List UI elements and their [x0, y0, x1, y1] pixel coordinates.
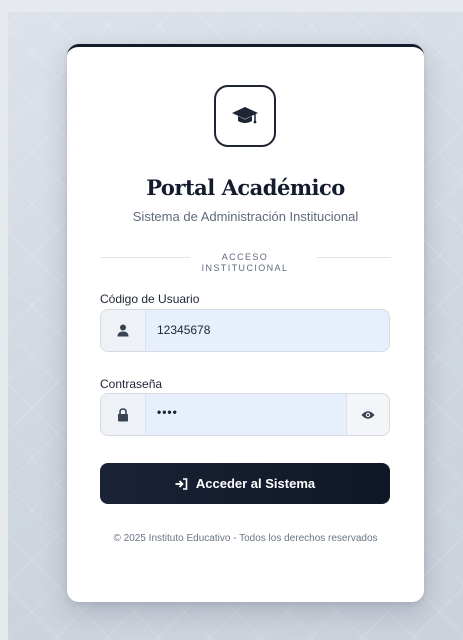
username-addon — [101, 310, 146, 351]
username-label: Código de Usuario — [100, 292, 200, 306]
lock-icon — [118, 407, 128, 421]
eye-icon — [361, 410, 375, 419]
page-title: Portal Académico — [146, 175, 345, 200]
section-label: ACCESO INSTITUCIONAL — [201, 252, 289, 273]
password-value: •••• — [157, 405, 178, 419]
logo — [214, 85, 276, 147]
sign-in-icon — [175, 477, 188, 490]
copyright-footer: © 2025 Instituto Educativo - Todos los d… — [113, 533, 378, 544]
divider-right — [317, 257, 391, 258]
username-value: 12345678 — [157, 323, 211, 337]
toggle-password-button[interactable] — [346, 394, 389, 435]
password-addon — [101, 394, 146, 435]
page-subtitle: Sistema de Administración Institucional — [132, 209, 359, 224]
password-label: Contraseña — [100, 377, 163, 391]
login-button-label: Acceder al Sistema — [195, 476, 316, 491]
password-field[interactable]: •••• — [100, 393, 390, 436]
username-field[interactable]: 12345678 — [100, 309, 390, 352]
divider-left — [100, 257, 190, 258]
login-button[interactable]: Acceder al Sistema — [100, 463, 390, 504]
user-icon — [117, 324, 129, 337]
login-card: Portal Académico Sistema de Administraci… — [67, 44, 424, 602]
graduation-cap-icon — [232, 107, 258, 124]
